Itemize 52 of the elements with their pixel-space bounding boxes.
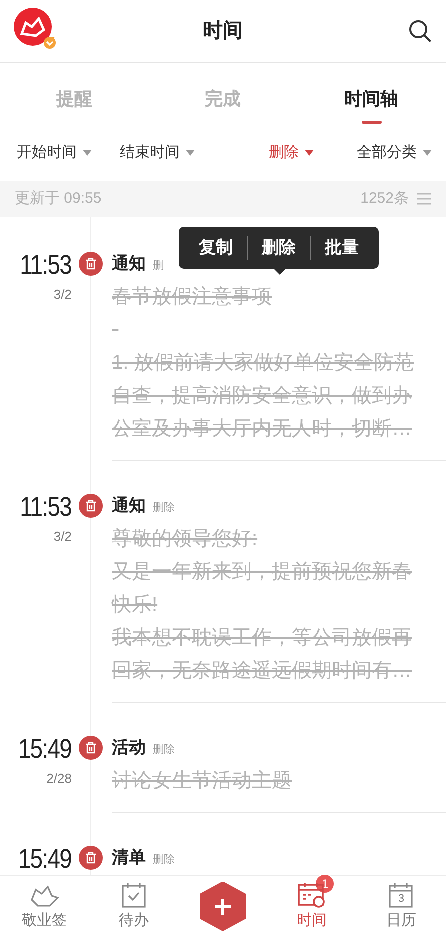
entry-date: 3/2 [54,528,72,546]
entry-date: 3/2 [54,286,72,304]
nav-tab[interactable]: 敬业签 [22,880,68,933]
entry-text: 自查，提高消防安全意识，做到办 [112,384,413,409]
menu-item[interactable]: 批量 [311,235,373,261]
caret-icon [423,150,432,156]
entry-text: 回家，无奈路途遥远假期时间有… [112,659,413,684]
caret-icon [186,150,196,156]
entry-time: 11:53 [20,493,72,521]
entry-text: 讨论女生节活动主题 [112,769,293,794]
item-count: 1252条 [360,188,409,209]
entry-text: 又是一年新来到，提前预祝您新春 [112,560,413,585]
trash-icon [79,494,103,518]
entry-time: 11:53 [20,251,72,279]
entry-status: 删除 [153,743,175,758]
menu-item[interactable]: 复制 [185,235,247,261]
entry-time: 15:49 [18,845,72,873]
entry-text: 1. 放假前请大家做好单位安全防范 [112,351,416,376]
checkbox-calendar-icon [122,880,146,908]
filter-dropdown[interactable]: 结束时间 [120,142,196,164]
nav-tab[interactable]: 3 日历 [386,880,416,933]
entry-category: 通知 [112,495,146,517]
entry-text: 快乐! [112,593,159,618]
search-icon[interactable] [408,19,432,43]
entry-text: 我本想不耽误工作，等公司放假再 [112,626,413,651]
trash-icon [79,252,103,276]
entry-text: 公室及办事大厅内无人时，切断… [112,417,413,442]
menu-item[interactable]: 删除 [248,235,310,261]
filter-dropdown[interactable]: 全部分类 [357,142,432,164]
page-title: 时间 [203,19,243,44]
entry-status: 删除 [153,501,175,516]
entry-category: 活动 [112,737,146,759]
entry-category: 清单 [112,847,146,869]
plus-icon [214,898,232,916]
entry-status: 删 [153,259,164,274]
entry-status: 删除 [153,853,175,868]
filter-dropdown[interactable]: 开始时间 [17,142,92,164]
trash-icon [79,846,103,870]
caret-icon [83,150,92,156]
calendar-clock-icon [298,880,326,908]
entry-time: 15:49 [18,735,72,763]
caret-icon [304,150,314,156]
entry-date: 2/28 [46,770,72,788]
updated-time: 更新于 09:55 [15,188,102,209]
entry-text: 春节放假注意事项 [112,285,273,310]
nav-tab[interactable]: 待办 [118,880,149,933]
trash-icon [79,736,103,760]
entry-text: 尊敬的领导您好: [112,527,259,552]
entry-category: 通知 [112,253,146,275]
filter-dropdown[interactable]: 删除 [268,142,314,164]
entry-text: - [112,318,120,343]
tab[interactable]: 时间轴 [344,86,399,124]
